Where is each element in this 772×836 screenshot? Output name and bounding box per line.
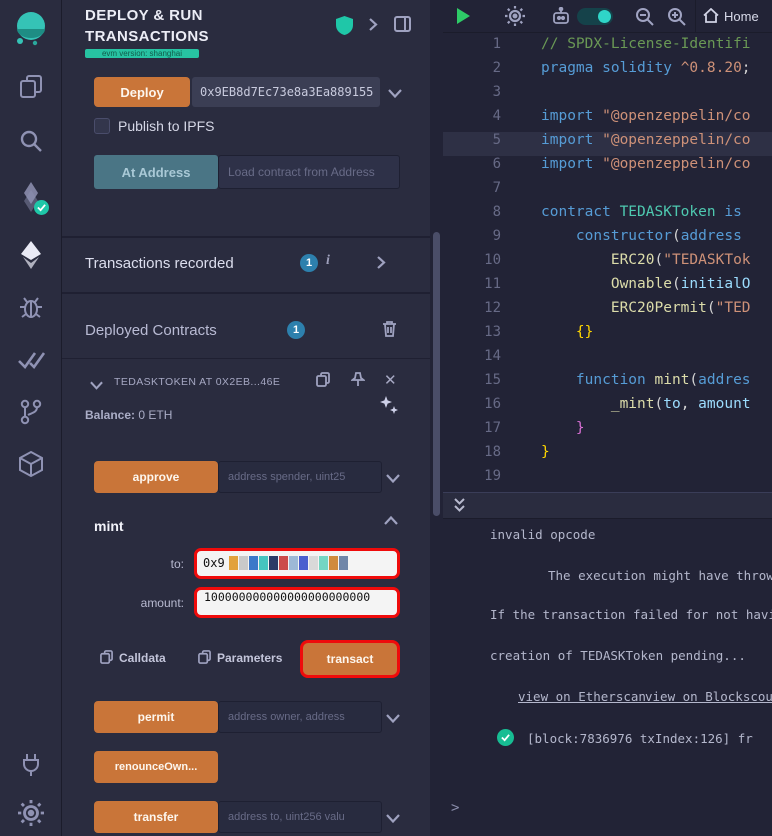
- panel-scrollbar: [430, 0, 443, 836]
- file-explorer-icon[interactable]: [0, 74, 62, 100]
- settings-gear-icon[interactable]: [0, 800, 62, 826]
- balance-label: Balance:: [85, 408, 136, 422]
- at-address-input[interactable]: [218, 155, 400, 189]
- terminal-log-creation-pending: creation of TEDASKToken pending...: [490, 648, 746, 663]
- editor-area: Home 1 2 3 4 5 6 7 8 9 10 11 12 13 14 15 16 17 18 19 // SP…: [443, 0, 772, 836]
- mint-amount-label: amount:: [140, 596, 184, 610]
- terminal-block-info[interactable]: [block:7836976 txIndex:126] fr: [527, 731, 753, 746]
- approve-args-input[interactable]: [218, 461, 382, 493]
- transactions-expand-chevron-icon[interactable]: [376, 255, 386, 275]
- contract-collapse-chevron-icon[interactable]: [90, 377, 103, 395]
- pin-contract-icon[interactable]: [349, 372, 367, 392]
- deploy-run-panel: DEPLOY & RUN TRANSACTIONS evm version: s…: [62, 0, 430, 836]
- parameters-copy-icon[interactable]: [198, 650, 211, 669]
- solidity-compiler-icon[interactable]: [0, 182, 62, 212]
- tx-success-check-icon[interactable]: [497, 729, 514, 746]
- redacted-address-blocks: [229, 554, 349, 571]
- deploy-button[interactable]: Deploy: [94, 77, 190, 107]
- line-number-gutter: 1 2 3 4 5 6 7 8 9 10 11 12 13 14 15 16 17 18 19: [484, 36, 501, 484]
- trash-icon[interactable]: [382, 320, 397, 342]
- panel-scrollbar-thumb[interactable]: [433, 232, 440, 516]
- pin-panel-chevron-icon[interactable]: [368, 17, 378, 37]
- icon-sidebar: [0, 0, 62, 836]
- run-script-play-icon[interactable]: [455, 7, 471, 30]
- mint-collapse-chevron-icon[interactable]: [384, 512, 398, 530]
- evm-version-badge: evm version: shanghai: [85, 49, 199, 58]
- terminal-log-invalid-opcode: invalid opcode: [490, 527, 596, 542]
- deploy-options-chevron-icon[interactable]: [388, 85, 402, 103]
- approve-button[interactable]: approve: [94, 461, 218, 493]
- transfer-button[interactable]: transfer: [94, 801, 218, 833]
- publish-ipfs-checkbox[interactable]: [94, 118, 110, 134]
- script-config-gear-icon[interactable]: [505, 6, 525, 31]
- calldata-label[interactable]: Calldata: [119, 651, 166, 665]
- blockscout-link[interactable]: view on Blockscou: [645, 689, 772, 704]
- transact-button-label: transact: [326, 652, 374, 666]
- ai-copilot-robot-icon[interactable]: [551, 6, 571, 31]
- permit-button[interactable]: permit: [94, 701, 218, 733]
- unit-testing-icon[interactable]: [0, 348, 62, 372]
- plug-icon[interactable]: [0, 752, 62, 778]
- shield-icon[interactable]: [336, 16, 353, 40]
- search-icon[interactable]: [0, 128, 62, 154]
- mint-amount-input[interactable]: 100000000000000000000000: [194, 587, 400, 618]
- git-icon[interactable]: [0, 398, 62, 426]
- permit-args-input[interactable]: [218, 701, 382, 733]
- debugger-icon[interactable]: [0, 294, 62, 320]
- parameters-label[interactable]: Parameters: [217, 651, 282, 665]
- terminal-collapse-double-chevron-icon[interactable]: [453, 497, 466, 520]
- approve-expand-chevron-icon[interactable]: [386, 470, 400, 488]
- layout-panel-icon[interactable]: [394, 16, 411, 37]
- terminal-drag-bar[interactable]: [443, 492, 772, 519]
- code-editor-content[interactable]: // SPDX-License-Identifi pragma solidity …: [541, 36, 772, 492]
- terminal-prompt[interactable]: >: [451, 800, 459, 816]
- deployed-contracts-label: Deployed Contracts: [85, 322, 217, 339]
- deployed-count-badge: 1: [287, 321, 305, 339]
- close-contract-icon[interactable]: ✕: [384, 371, 397, 389]
- mint-to-input[interactable]: 0x9: [194, 548, 400, 579]
- permit-expand-chevron-icon[interactable]: [386, 710, 400, 728]
- plugin-manager-icon[interactable]: [0, 450, 62, 478]
- copy-address-icon[interactable]: [316, 372, 330, 392]
- zoom-out-icon[interactable]: [635, 7, 654, 31]
- deploy-run-icon[interactable]: [0, 240, 62, 270]
- copilot-toggle[interactable]: [577, 8, 613, 25]
- transfer-expand-chevron-icon[interactable]: [386, 810, 400, 828]
- editor-toolbar: Home: [443, 0, 772, 33]
- contract-title: TEDASKTOKEN AT 0X2EB...46E: [114, 376, 281, 388]
- at-address-button[interactable]: At Address: [94, 155, 218, 189]
- transactions-recorded-label: Transactions recorded: [85, 255, 234, 272]
- remix-logo-icon[interactable]: [0, 8, 62, 50]
- remix-ide-window: DEPLOY & RUN TRANSACTIONS evm version: s…: [0, 0, 772, 836]
- terminal-log-transaction-failed: If the transaction failed for not havi: [490, 607, 772, 622]
- calldata-copy-icon[interactable]: [100, 650, 113, 669]
- mint-function-label: mint: [94, 518, 124, 534]
- renounce-ownership-button[interactable]: renounceOwn...: [94, 751, 218, 783]
- copilot-toggle-knob: [598, 10, 611, 23]
- compile-success-badge-icon: [34, 200, 49, 215]
- zoom-in-icon[interactable]: [667, 7, 686, 31]
- etherscan-link[interactable]: view on Etherscan: [518, 689, 646, 704]
- balance-row: Balance: 0 ETH: [85, 408, 172, 422]
- deploy-address-input[interactable]: 0x9EB8d7Ec73e8a3Ea889155: [192, 77, 380, 107]
- mint-to-value: 0x9: [203, 555, 225, 570]
- toolbar-divider: [695, 0, 696, 33]
- transactions-count-badge: 1: [300, 254, 318, 272]
- publish-ipfs-label: Publish to IPFS: [118, 118, 215, 134]
- transact-button[interactable]: transact: [300, 640, 400, 678]
- sparkle-icon[interactable]: [378, 394, 400, 421]
- info-icon[interactable]: i: [326, 253, 330, 269]
- transfer-args-input[interactable]: [218, 801, 382, 833]
- tab-home[interactable]: Home: [724, 9, 759, 24]
- panel-title: DEPLOY & RUN TRANSACTIONS: [85, 7, 209, 45]
- balance-value: 0 ETH: [138, 408, 173, 422]
- mint-to-label: to:: [170, 557, 184, 571]
- terminal-log-execution-thrown: The execution might have throw: [548, 568, 772, 583]
- home-tab-icon: [703, 7, 719, 28]
